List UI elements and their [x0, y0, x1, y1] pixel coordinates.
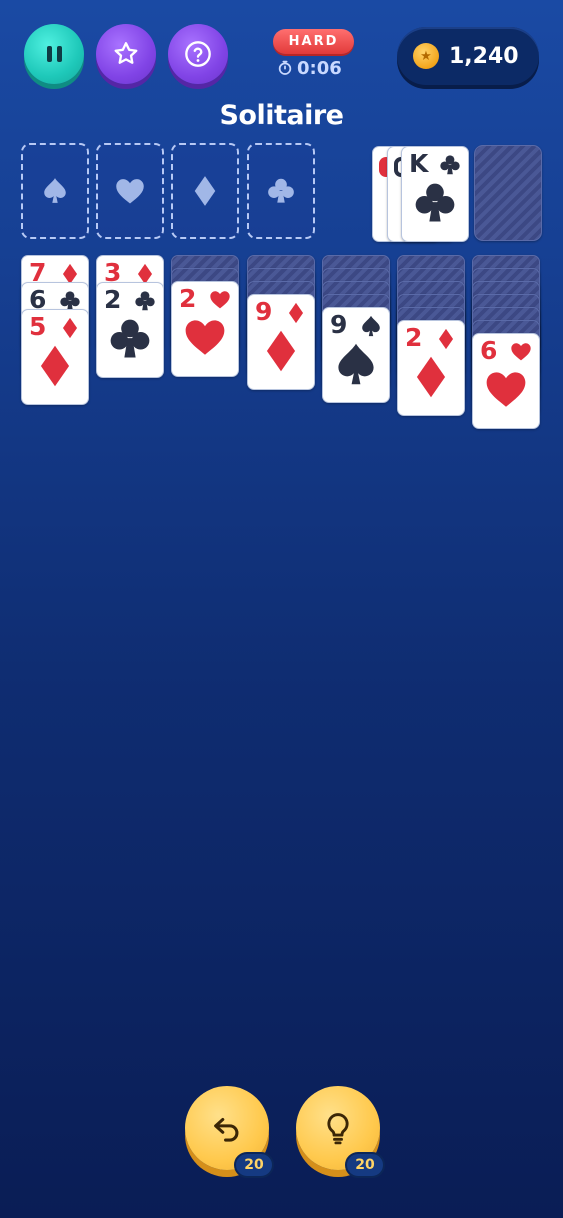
club-icon: [268, 178, 294, 203]
star-icon: [114, 42, 138, 64]
card-rank: 6: [480, 336, 498, 365]
stopwatch-icon: [278, 60, 292, 75]
favorite-button[interactable]: [96, 24, 156, 84]
difficulty-badge: HARD: [273, 29, 354, 54]
tableau-card[interactable]: 6: [472, 333, 540, 429]
help-icon: [185, 41, 211, 67]
club-icon: [439, 154, 461, 180]
spade-icon: [44, 178, 66, 203]
card-rank: 2: [179, 284, 197, 313]
foundation-diamond[interactable]: [171, 143, 239, 239]
club-icon: [134, 290, 156, 316]
waste-top-card[interactable]: K: [401, 146, 469, 242]
timer: 0:06: [277, 57, 342, 79]
foundation-heart[interactable]: [96, 143, 164, 239]
pause-icon: [46, 46, 62, 62]
spade-icon: [334, 342, 378, 390]
card-rank: 5: [29, 312, 47, 341]
tableau-card[interactable]: 5: [21, 309, 89, 405]
diamond-icon: [435, 328, 457, 354]
foundation-spade[interactable]: [21, 143, 89, 239]
heart-icon: [116, 179, 144, 204]
help-button[interactable]: [168, 24, 228, 84]
undo-count-badge: 20: [234, 1152, 274, 1178]
spade-icon: [360, 315, 382, 341]
card-rank: K: [409, 149, 429, 178]
coin-balance[interactable]: ★ 1,240: [397, 27, 539, 85]
diamond-icon: [33, 344, 77, 392]
lightbulb-icon: [327, 1113, 349, 1145]
diamond-icon: [59, 317, 81, 343]
timer-text: 0:06: [297, 57, 342, 79]
card-rank: 2: [104, 285, 122, 314]
diamond-icon: [285, 302, 307, 328]
club-icon: [413, 181, 457, 229]
coin-icon: ★: [413, 43, 439, 69]
undo-icon: [214, 1117, 239, 1142]
diamond-icon: [409, 355, 453, 403]
card-rank: 2: [405, 323, 423, 352]
card-rank: 9: [255, 297, 273, 326]
pause-button[interactable]: [24, 24, 84, 84]
tableau-card[interactable]: 9: [322, 307, 390, 403]
heart-icon: [209, 289, 231, 315]
diamond-icon: [259, 329, 303, 377]
tableau-card[interactable]: 2: [96, 282, 164, 378]
diamond-icon: [194, 176, 216, 206]
tableau-card[interactable]: 2: [171, 281, 239, 377]
card-rank: 9: [330, 310, 348, 339]
tableau-card[interactable]: 9: [247, 294, 315, 390]
foundation-club[interactable]: [247, 143, 315, 239]
page-title: Solitaire: [219, 100, 344, 131]
club-icon: [108, 317, 152, 365]
hint-count-badge: 20: [345, 1152, 385, 1178]
stock-pile[interactable]: [474, 145, 542, 241]
heart-icon: [183, 316, 227, 364]
tableau-card[interactable]: 2: [397, 320, 465, 416]
heart-icon: [484, 368, 528, 416]
coin-count: 1,240: [449, 43, 519, 69]
heart-icon: [510, 341, 532, 367]
